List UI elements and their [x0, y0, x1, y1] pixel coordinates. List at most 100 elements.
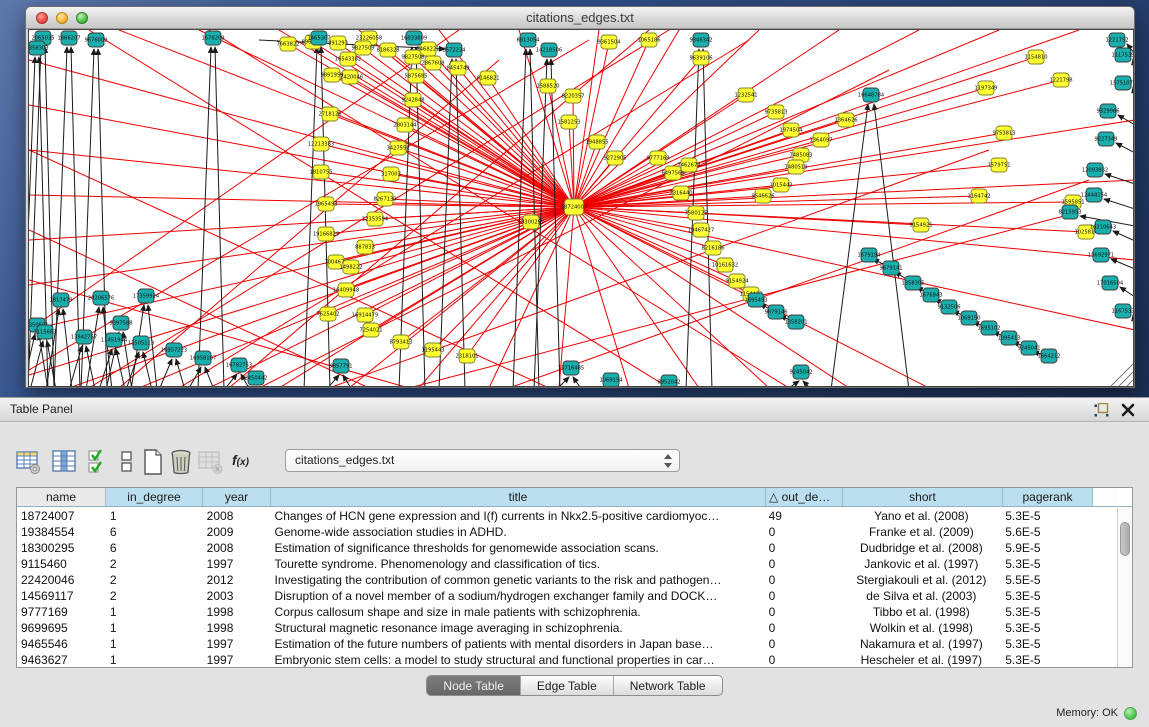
- graph-node[interactable]: 1810755: [309, 165, 332, 179]
- graph-node[interactable]: 7580125: [684, 206, 707, 220]
- graph-node[interactable]: 1579751: [987, 158, 1010, 172]
- graph-node[interactable]: 1069150: [957, 311, 980, 325]
- new-column-icon[interactable]: [140, 449, 166, 475]
- graph-node[interactable]: 10161632: [712, 258, 738, 272]
- graph-node[interactable]: 16958107: [190, 351, 216, 365]
- citation-network-graph[interactable]: 7663822896012889129323226058982750916543…: [29, 30, 1134, 387]
- graph-node[interactable]: 7480519: [784, 160, 807, 174]
- graph-node[interactable]: 9397588: [109, 316, 132, 330]
- graph-node[interactable]: 1498222: [339, 260, 362, 274]
- graph-node[interactable]: 14218506: [536, 43, 562, 57]
- graph-node[interactable]: 3427552: [386, 141, 409, 155]
- graph-node[interactable]: 2316440: [669, 186, 692, 200]
- graph-node[interactable]: 2318101: [455, 349, 478, 363]
- graph-node[interactable]: 9154924: [725, 274, 749, 288]
- graph-node[interactable]: 1364097: [809, 133, 832, 147]
- column-header-in_degree[interactable]: in_degree: [106, 488, 203, 506]
- column-header-△ out_de…[interactable]: △ out_de…: [766, 488, 843, 506]
- graph-node[interactable]: 2867608: [421, 56, 444, 70]
- graph-node[interactable]: 1115683: [33, 325, 56, 339]
- graph-node[interactable]: 8952042: [657, 375, 680, 387]
- tab-edge-table[interactable]: Edge Table: [521, 676, 614, 695]
- table-select-dropdown[interactable]: citations_edges.txt: [285, 449, 680, 472]
- canvas-resize-grip[interactable]: [1111, 364, 1133, 386]
- close-panel-icon[interactable]: [1121, 403, 1135, 417]
- graph-node[interactable]: 1015443: [769, 178, 792, 192]
- graph-node[interactable]: 1154810: [1024, 50, 1047, 64]
- graph-node[interactable]: 1866207: [57, 31, 80, 45]
- graph-node[interactable]: 15751074: [1110, 76, 1134, 90]
- graph-node[interactable]: 2718126: [318, 107, 341, 121]
- table-settings-icon[interactable]: [16, 449, 42, 475]
- graph-node[interactable]: 9272905: [603, 151, 626, 165]
- graph-node[interactable]: 9879146: [764, 305, 787, 319]
- graph-node[interactable]: 1221752: [1105, 33, 1128, 47]
- graph-node[interactable]: 9227349: [1094, 132, 1117, 146]
- graph-node[interactable]: 1581253: [557, 115, 580, 129]
- tab-node-table[interactable]: Node Table: [427, 676, 521, 695]
- graph-node[interactable]: 8793413: [389, 335, 412, 349]
- graph-node[interactable]: 1676209: [201, 31, 224, 45]
- graph-node[interactable]: 9857791: [329, 359, 352, 373]
- graph-node[interactable]: 1364626: [834, 113, 857, 127]
- graph-node[interactable]: 7254021: [359, 323, 382, 337]
- table-scrollbar[interactable]: [1117, 508, 1132, 667]
- table-row[interactable]: 969969511998Structural magnetic resonanc…: [17, 620, 1116, 636]
- graph-node[interactable]: 7663822: [276, 37, 299, 51]
- graph-node[interactable]: 1817479: [49, 293, 72, 307]
- graph-node[interactable]: 16782753: [226, 358, 252, 372]
- graph-node[interactable]: 1117539: [1111, 48, 1134, 62]
- graph-node[interactable]: 1465307: [307, 31, 330, 45]
- table-row[interactable]: 2242004622012Investigating the contribut…: [17, 572, 1116, 588]
- graph-node[interactable]: 1588520: [536, 79, 559, 93]
- table-row[interactable]: 1938455462009Genome-wide association stu…: [17, 524, 1116, 540]
- column-header-name[interactable]: name: [17, 488, 106, 506]
- column-header-pagerank[interactable]: pagerank: [1003, 488, 1093, 506]
- graph-node[interactable]: 9154921: [909, 218, 932, 232]
- graph-node[interactable]: 8572224: [442, 43, 466, 57]
- graph-node[interactable]: 7462674: [677, 158, 701, 172]
- graph-node[interactable]: 8267130: [373, 192, 396, 206]
- graph-node[interactable]: 1221798: [1049, 73, 1072, 87]
- graph-node[interactable]: 887833: [355, 240, 375, 254]
- graph-node[interactable]: 9777169: [646, 151, 669, 165]
- graph-node[interactable]: 8813054: [516, 33, 540, 47]
- function-builder-icon[interactable]: f(x): [232, 452, 249, 468]
- graph-node[interactable]: 16957223: [161, 343, 187, 357]
- graph-node[interactable]: 1358201: [784, 315, 807, 329]
- graph-node[interactable]: 1069154: [599, 373, 623, 387]
- graph-node[interactable]: 9676009: [84, 33, 107, 47]
- graph-node[interactable]: 9329966: [1096, 104, 1119, 118]
- graph-node[interactable]: 9735813: [764, 105, 787, 119]
- graph-node[interactable]: 9891959: [320, 68, 343, 82]
- memory-status-indicator[interactable]: [1124, 707, 1137, 720]
- table-row[interactable]: 1830029562008Estimation of significance …: [17, 540, 1116, 556]
- graph-node[interactable]: 891293: [328, 36, 348, 50]
- graph-node[interactable]: 12444154: [1081, 188, 1108, 202]
- column-header-short[interactable]: short: [843, 488, 1003, 506]
- rows-icon[interactable]: [120, 449, 134, 475]
- graph-node[interactable]: 12213383: [308, 137, 334, 151]
- graph-node[interactable]: 15692971: [1088, 248, 1114, 262]
- table-row[interactable]: 1456911722003Disruption of a novel membe…: [17, 588, 1116, 604]
- graph-node[interactable]: 9639106: [689, 51, 712, 65]
- graph-node[interactable]: 1197349: [974, 81, 997, 95]
- table-row[interactable]: 911546021997Tourette syndrome. Phenomeno…: [17, 556, 1116, 572]
- selection-mode-icon[interactable]: [88, 449, 108, 475]
- graph-node[interactable]: 17016504: [1097, 276, 1124, 290]
- graph-node[interactable]: 8215953: [1058, 205, 1081, 219]
- scrollbar-thumb[interactable]: [1120, 522, 1130, 556]
- graph-node[interactable]: 1164742: [967, 189, 990, 203]
- graph-node[interactable]: 15716485: [558, 361, 584, 375]
- graph-node[interactable]: 9132506: [937, 300, 960, 314]
- graph-node[interactable]: 8220357: [561, 89, 584, 103]
- graph-node[interactable]: 7625402: [316, 307, 339, 321]
- table-row[interactable]: 977716911998Corpus callosum shape and si…: [17, 604, 1116, 620]
- graph-node[interactable]: 12093832: [1082, 163, 1108, 177]
- graph-node[interactable]: 8186328: [376, 43, 399, 57]
- graph-node[interactable]: 1948855: [585, 135, 608, 149]
- graph-node[interactable]: 1679194: [857, 248, 881, 262]
- column-header-year[interactable]: year: [203, 488, 271, 506]
- delete-column-icon[interactable]: [168, 449, 194, 475]
- column-header-title[interactable]: title: [271, 488, 766, 506]
